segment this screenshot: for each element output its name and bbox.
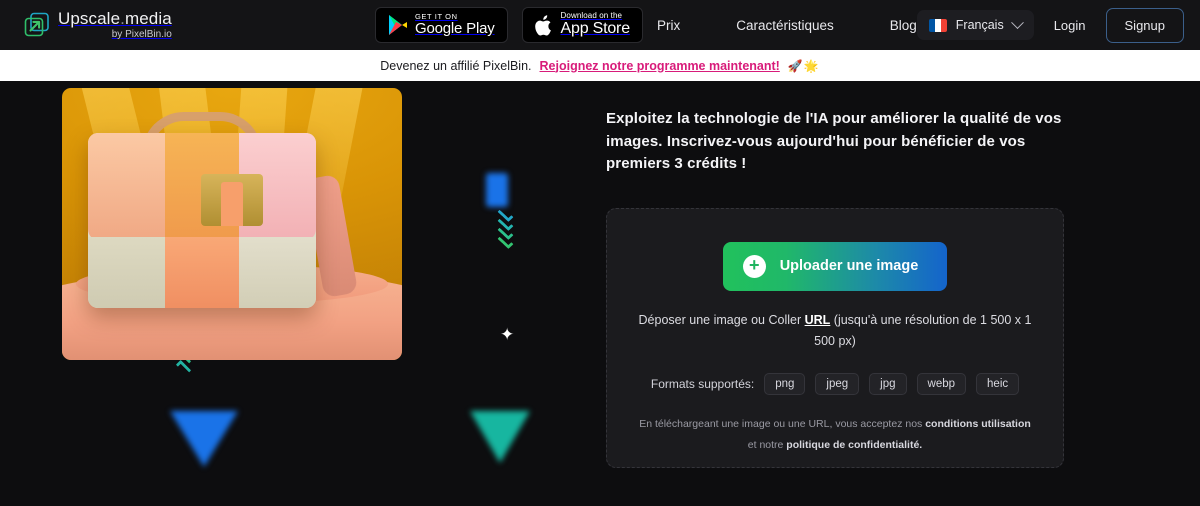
chevron-stack-down-icon bbox=[497, 206, 514, 250]
nav-item-prix[interactable]: Prix bbox=[657, 18, 680, 33]
legal-disclaimer: En téléchargeant une image ou une URL, v… bbox=[635, 414, 1035, 456]
language-label: Français bbox=[955, 18, 1004, 32]
app-store-big-label: App Store bbox=[560, 19, 631, 37]
signup-button[interactable]: Signup bbox=[1105, 7, 1184, 43]
formats-label: Formats supportés: bbox=[650, 377, 755, 392]
legal-mid: et notre bbox=[747, 439, 787, 452]
french-flag-icon bbox=[928, 18, 947, 32]
app-store-badge[interactable]: Download on the App Store bbox=[521, 7, 643, 43]
hero-right-panel: Exploitez la technologie de l'IA pour am… bbox=[598, 81, 1200, 506]
hero-visual: ✦ ✦ bbox=[0, 81, 598, 506]
site-header: Upscale.media by PixelBin.io GET IT ON G… bbox=[0, 0, 1200, 50]
triangle-accent-icon bbox=[486, 173, 508, 207]
format-chip-jpeg: jpeg bbox=[815, 373, 860, 396]
google-play-icon bbox=[389, 15, 407, 35]
page-headline: Exploitez la technologie de l'IA pour am… bbox=[606, 110, 1062, 172]
format-chip-png: png bbox=[764, 373, 806, 396]
login-button[interactable]: Login bbox=[1054, 18, 1086, 33]
supported-formats: Formats supportés: png jpeg jpg webp hei… bbox=[650, 373, 1020, 396]
format-chip-webp: webp bbox=[916, 373, 967, 396]
affiliate-banner-text: Devenez un affilié PixelBin. bbox=[380, 58, 532, 73]
privacy-link[interactable]: politique de confidentialité. bbox=[786, 439, 922, 451]
upload-dropzone[interactable]: + Uploader une image Déposer une image o… bbox=[606, 207, 1064, 468]
drop-instruction: Déposer une image ou Coller URL (jusqu'à… bbox=[630, 310, 1040, 354]
affiliate-banner-link[interactable]: Rejoignez notre programme maintenant! bbox=[540, 59, 780, 73]
affiliate-banner: Devenez un affilié PixelBin. Rejoignez n… bbox=[0, 50, 1200, 81]
chevron-down-icon bbox=[1010, 15, 1024, 29]
apple-icon bbox=[534, 14, 551, 35]
format-chip-jpg: jpg bbox=[869, 373, 907, 396]
main-content: ✦ ✦ bbox=[0, 81, 1200, 506]
language-selector[interactable]: Français bbox=[916, 10, 1034, 40]
terms-link[interactable]: conditions utilisation bbox=[925, 418, 1031, 430]
plus-circle-icon: + bbox=[742, 254, 766, 278]
nav-item-blog[interactable]: Blog bbox=[890, 18, 917, 33]
brand-logo[interactable]: Upscale.media by PixelBin.io bbox=[24, 8, 172, 40]
nav-item-caracteristiques[interactable]: Caractéristiques bbox=[736, 18, 834, 33]
triangle-teal-icon bbox=[470, 411, 530, 463]
upload-image-button[interactable]: + Uploader une image bbox=[722, 241, 948, 291]
handbag-product-photo bbox=[62, 88, 402, 360]
upload-button-label: Uploader une image bbox=[779, 258, 919, 274]
google-play-badge[interactable]: GET IT ON Google Play bbox=[375, 7, 508, 43]
main-navigation: Prix Caractéristiques Blog bbox=[657, 18, 917, 33]
brand-suffix: media bbox=[124, 8, 172, 28]
affiliate-banner-emoji: 🚀🌟 bbox=[787, 58, 820, 73]
upscale-arrow-logo-icon bbox=[24, 12, 49, 37]
triangle-blue-icon bbox=[170, 411, 238, 467]
paste-url-link[interactable]: URL bbox=[805, 313, 831, 327]
format-chip-heic: heic bbox=[976, 373, 1020, 396]
brand-byline: by PixelBin.io bbox=[111, 28, 172, 40]
google-play-big-label: Google Play bbox=[415, 20, 495, 38]
star-icon-right: ✦ bbox=[500, 325, 515, 344]
drop-suffix: (jusqu'à une résolution de 1 500 x 1 500… bbox=[814, 312, 1032, 349]
legal-prefix: En téléchargeant une image ou une URL, v… bbox=[639, 418, 926, 431]
header-right-actions: Français Login Signup bbox=[916, 7, 1184, 43]
drop-prefix: Déposer une image ou Coller bbox=[638, 312, 805, 327]
store-badges: GET IT ON Google Play Download on the Ap… bbox=[375, 7, 643, 43]
brand-name: Upscale bbox=[58, 8, 121, 28]
